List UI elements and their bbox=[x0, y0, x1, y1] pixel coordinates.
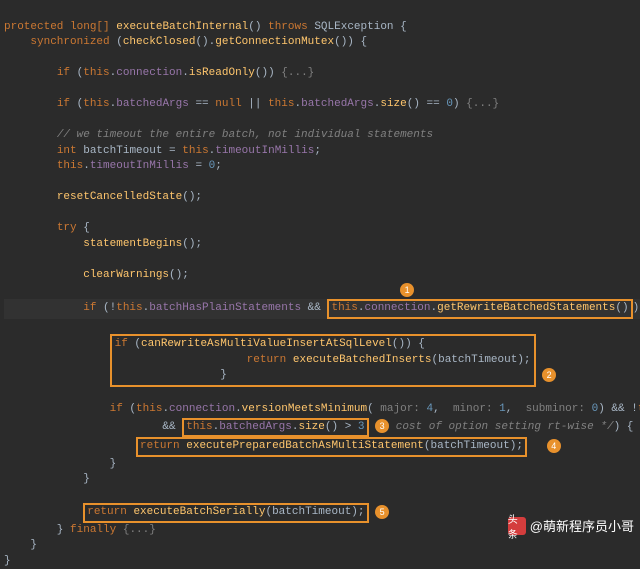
code-snippet: protected long[] executeBatchInternal() … bbox=[0, 0, 640, 569]
highlight-box-3: this.batchedArgs.size() > 3 bbox=[182, 418, 368, 438]
annotation-badge-2: 2 bbox=[542, 368, 556, 382]
annotation-badge-4: 4 bbox=[547, 439, 561, 453]
watermark-text: @萌新程序员小哥 bbox=[530, 516, 634, 535]
highlight-box-5: return executeBatchSerially(batchTimeout… bbox=[83, 503, 368, 523]
toutiao-logo-icon: 头条 bbox=[508, 517, 526, 535]
highlight-box-1: this.connection.getRewriteBatchedStateme… bbox=[327, 299, 632, 319]
highlight-box-4: return executePreparedBatchAsMultiStatem… bbox=[136, 437, 527, 457]
annotation-badge-5: 5 bbox=[375, 505, 389, 519]
highlight-box-2: if (canRewriteAsMultiValueInsertAtSqlLev… bbox=[110, 334, 536, 387]
annotation-badge-1: 1 bbox=[400, 283, 414, 297]
watermark: 头条 @萌新程序员小哥 bbox=[508, 516, 634, 535]
annotation-badge-3: 3 bbox=[375, 419, 389, 433]
